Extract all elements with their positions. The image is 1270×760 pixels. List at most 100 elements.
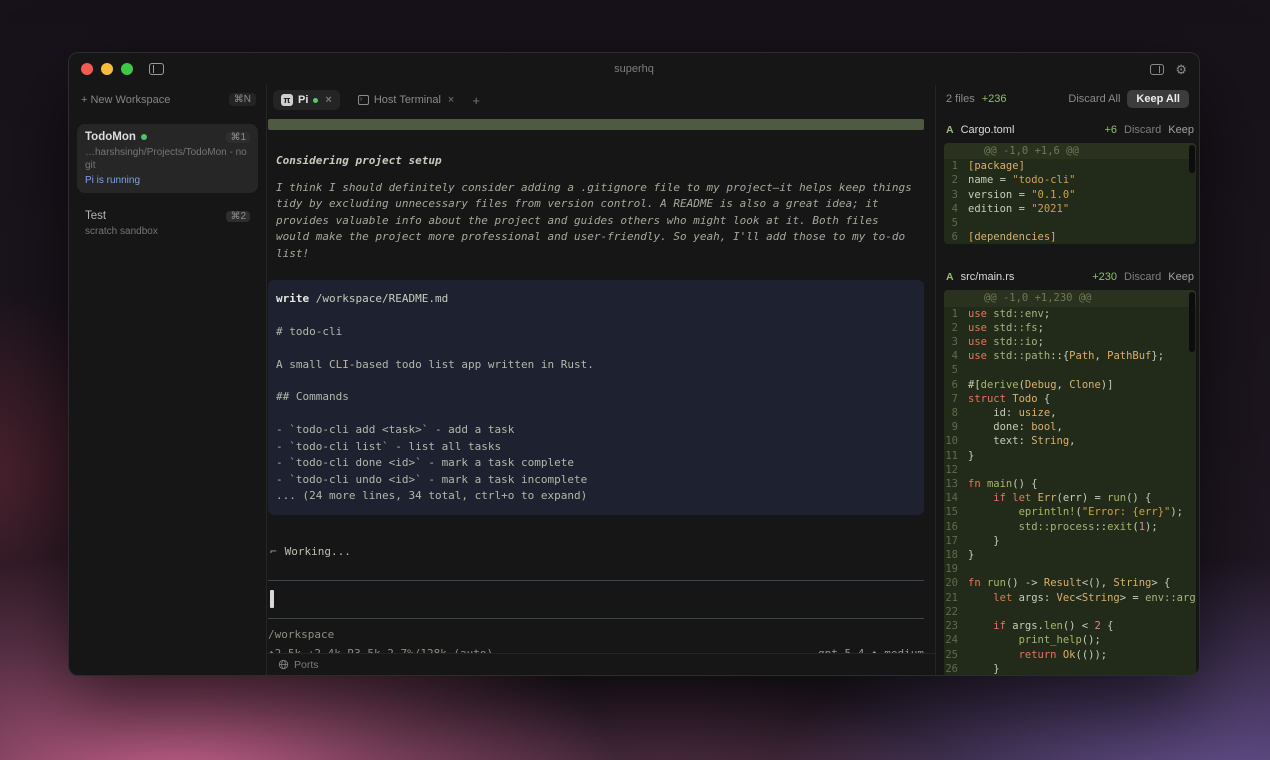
total-added-count: +236	[981, 93, 1007, 105]
text-cursor	[270, 590, 274, 609]
diff-line: 6 [dependencies]	[944, 230, 1196, 244]
line-number: 16	[945, 520, 958, 533]
line-number: 12	[945, 463, 958, 476]
diff-line: 3 use std::io;	[944, 335, 1196, 349]
line-number: 8	[951, 407, 958, 420]
file-header: A Cargo.toml +6 Discard Keep	[944, 119, 1196, 143]
diff-line: 15 eprintln!("Error: {err}");	[944, 505, 1196, 519]
line-number: 7	[951, 392, 958, 405]
line-code: }	[968, 549, 975, 562]
workspace-name-row: Test ⌘2	[85, 210, 250, 222]
tool-call-panel[interactable]: write /workspace/README.md # todo-cli A …	[268, 280, 924, 516]
workspace-name: TodoMon	[85, 131, 136, 143]
tool-output-line	[276, 373, 916, 389]
ports-bar[interactable]: Ports	[267, 653, 935, 675]
diff-line: 1 use std::env;	[944, 307, 1196, 321]
diff-line: 18}	[944, 548, 1196, 562]
diff-line: 9 done: bool,	[944, 420, 1196, 434]
main-column: π Pi × › Host Terminal × + Considering projec…	[267, 85, 936, 675]
tool-output-line: - `todo-cli list` - list all tasks	[276, 439, 502, 453]
diff-line: 2 name = "todo-cli"	[944, 173, 1196, 187]
line-number: 6	[951, 378, 958, 391]
workspace-item-todomon[interactable]: TodoMon ⌘1 …harshsingh/Projects/TodoMon - …	[77, 124, 258, 193]
review-panel: 2 files +236 Discard All Keep All A Cargo…	[936, 85, 1199, 675]
line-number: 24	[945, 634, 958, 647]
line-number: 4	[951, 350, 958, 363]
line-number: 11	[945, 449, 958, 462]
line-number: 9	[951, 421, 958, 434]
line-code: [dependencies]	[968, 231, 1057, 244]
diff-view: @@ -1,0 +1,230 @@ 1 use std::env; 2 use std:…	[944, 290, 1196, 675]
sidebar: + New Workspace ⌘N TodoMon ⌘1 …harshsingh/…	[69, 85, 267, 675]
line-code: print_help();	[1018, 634, 1101, 647]
discard-all-button[interactable]: Discard All	[1068, 93, 1120, 105]
line-number: 19	[945, 563, 958, 576]
diff-line: 19	[944, 562, 1196, 576]
diff-line: 6 #[derive(Debug, Clone)]	[944, 378, 1196, 392]
tool-call-header: write /workspace/README.md	[276, 292, 449, 306]
chat-input[interactable]	[268, 589, 924, 609]
line-number: 17	[945, 534, 958, 547]
new-tab-button[interactable]: +	[472, 93, 480, 108]
tool-output-line: A small CLI-based todo list app written …	[276, 357, 594, 371]
line-number: 15	[945, 506, 958, 519]
toggle-sidebar-icon[interactable]	[149, 63, 164, 75]
toggle-right-panel-icon[interactable]	[1150, 63, 1165, 75]
spinner-icon: ⌐	[270, 545, 277, 559]
line-code: use std::fs;	[968, 321, 1044, 334]
keep-file-button[interactable]: Keep	[1168, 271, 1194, 283]
line-code: let args: Vec<String> = env::args().coll…	[993, 591, 1196, 604]
zoom-window-button[interactable]	[121, 63, 133, 75]
keep-file-button[interactable]: Keep	[1168, 124, 1194, 136]
discard-file-button[interactable]: Discard	[1124, 271, 1161, 283]
diff-line: 20 fn run() -> Result<(), String> {	[944, 576, 1196, 590]
line-number: 23	[945, 620, 958, 633]
scrollbar-thumb[interactable]	[1189, 145, 1195, 173]
working-status: ⌐ Working...	[270, 545, 924, 558]
line-code: use std::path::{Path, PathBuf};	[968, 350, 1165, 363]
diff-line: 12	[944, 463, 1196, 477]
tool-output-line: ## Commands	[276, 390, 349, 404]
new-workspace-button[interactable]: + New Workspace ⌘N	[77, 89, 258, 110]
close-tab-icon[interactable]: ×	[448, 94, 454, 106]
diff-line: 22	[944, 605, 1196, 619]
close-tab-icon[interactable]: ×	[325, 94, 331, 106]
window-body: + New Workspace ⌘N TodoMon ⌘1 …harshsingh/…	[69, 85, 1199, 675]
pi-logo-icon: π	[281, 94, 293, 106]
ports-label: Ports	[294, 658, 319, 671]
tab-pi[interactable]: π Pi ×	[273, 90, 340, 110]
tab-bar: π Pi × › Host Terminal × +	[267, 85, 935, 115]
scrollbar-thumb[interactable]	[1189, 292, 1195, 353]
line-code: fn run() -> Result<(), String> {	[968, 577, 1171, 590]
diff-line: 3 version = "0.1.0"	[944, 188, 1196, 202]
line-number: 22	[945, 605, 958, 618]
diff-hunk-header: @@ -1,0 +1,6 @@	[944, 143, 1196, 160]
file-status-added: A	[946, 124, 954, 136]
keep-all-button[interactable]: Keep All	[1127, 90, 1189, 108]
app-window: superhq ⚙ + New Workspace ⌘N TodoMon ⌘1 …h…	[68, 52, 1200, 676]
minimize-window-button[interactable]	[101, 63, 113, 75]
workspace-description: scratch sandbox	[85, 226, 158, 237]
diff-hunk-header: @@ -1,0 +1,230 @@	[944, 290, 1196, 307]
line-code: text: String,	[968, 435, 1076, 448]
workspace-shortcut: ⌘1	[226, 131, 250, 143]
file-diff-card: A Cargo.toml +6 Discard Keep @@ -1,0 +1,6 @@ 1…	[944, 119, 1196, 245]
tab-host-terminal[interactable]: › Host Terminal ×	[350, 90, 462, 110]
user-message-strip	[268, 119, 924, 130]
settings-gear-icon[interactable]: ⚙	[1175, 63, 1187, 76]
line-number: 4	[951, 202, 958, 215]
workspace-item-test[interactable]: Test ⌘2 scratch sandbox	[77, 203, 258, 245]
chat-area: Considering project setup I think I shou…	[267, 115, 935, 653]
file-added-count: +230	[1092, 271, 1117, 284]
close-window-button[interactable]	[81, 63, 93, 75]
tool-output-line: ... (24 more lines, 34 total, ctrl+o to …	[276, 488, 588, 502]
diff-line: 25 return Ok(());	[944, 648, 1196, 662]
tool-output-line	[276, 307, 916, 323]
discard-file-button[interactable]: Discard	[1124, 124, 1161, 136]
terminal-icon: ›	[357, 95, 369, 105]
line-code: use std::env;	[968, 307, 1051, 320]
workspace-status: Pi is running	[85, 175, 141, 186]
